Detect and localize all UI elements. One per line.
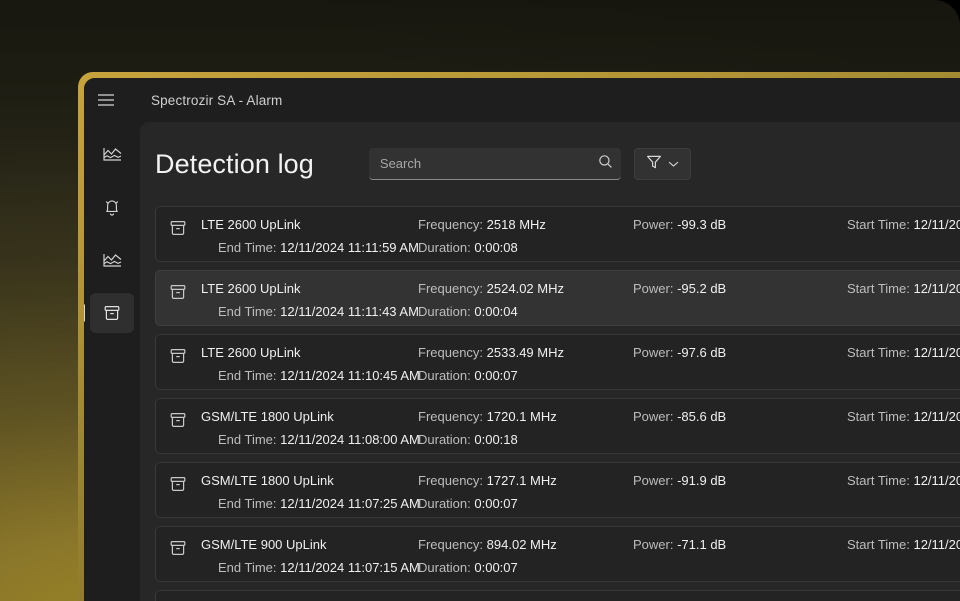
table-row[interactable]: LTE 2600 UpLink End Time: 12/11/2024 11:1… [155,270,960,326]
row-duration: Duration: 0:00:04 [418,304,518,319]
row-frequency: Frequency: 2524.02 MHz [418,281,564,296]
table-row[interactable]: LTE 2600 UpLink End Time: 12/11/2024 11:1… [155,206,960,262]
row-signal-name: LTE 2600 UpLink [201,217,301,232]
row-start-time: Start Time: 12/11/202 [847,281,960,296]
spectrum-chart-icon [102,251,123,269]
app-window-inner: Spectrozir SA - Alarm Detection log Sear… [84,78,960,601]
row-signal-name: GSM/LTE 1800 UpLink [201,409,334,424]
sidebar-item-alarms[interactable] [90,187,134,227]
row-power: Power: -95.2 dB [633,281,727,296]
row-start-time: Start Time: 12/11/202 [847,217,960,232]
row-frequency: Frequency: 2533.49 MHz [418,345,564,360]
search-button[interactable] [591,149,621,179]
filter-button[interactable] [633,148,691,180]
row-end-time: End Time: 12/11/2024 11:07:15 AM [218,560,420,575]
row-end-time: End Time: 12/11/2024 11:08:00 AM [218,432,420,447]
search-icon [598,154,613,174]
sidebar-item-spectrum-1[interactable] [90,134,134,174]
archive-box-icon [168,282,188,302]
table-row[interactable]: LTE 2600 UpLink End Time: 12/11/2024 11:1… [155,334,960,390]
row-power: Power: -99.3 dB [633,217,727,232]
row-start-time: Start Time: 12/11/202 [847,537,960,552]
archive-box-icon [168,538,188,558]
row-frequency: Frequency: 1727.1 MHz [418,473,557,488]
detection-log-list: LTE 2600 UpLink End Time: 12/11/2024 11:1… [140,206,960,601]
hamburger-icon [97,93,115,107]
table-row[interactable]: GSM/LTE 900 UpLink End Time: 12/11/2024 1… [155,526,960,582]
archive-box-icon [168,346,188,366]
title-bar: Spectrozir SA - Alarm [84,78,960,122]
row-duration: Duration: 0:00:18 [418,432,518,447]
app-window: Spectrozir SA - Alarm Detection log Sear… [78,72,960,601]
sidebar-rail [84,122,140,601]
table-row[interactable]: GSM/LTE 1800 UpLink End Time: 12/11/2024 … [155,462,960,518]
table-row[interactable]: GSM/LTE 1800 UpLink End Time: 12/11/2024 … [155,398,960,454]
content-header: Detection log [140,122,960,206]
row-signal-name: GSM/LTE 900 UpLink [201,537,327,552]
row-end-time: End Time: 12/11/2024 11:11:43 AM [218,304,419,319]
archive-box-icon [168,410,188,430]
funnel-icon [646,154,662,175]
row-end-time: End Time: 12/11/2024 11:07:25 AM [218,496,420,511]
row-end-time: End Time: 12/11/2024 11:10:45 AM [218,368,420,383]
row-frequency: Frequency: 2518 MHz [418,217,546,232]
bell-icon [102,197,122,218]
row-frequency: Frequency: 1720.1 MHz [418,409,557,424]
row-signal-name: GSM/LTE 1800 UpLink [201,473,334,488]
page-title: Detection log [155,148,314,179]
hamburger-menu-button[interactable] [84,78,128,122]
row-duration: Duration: 0:00:08 [418,240,518,255]
content-panel: Detection log Search LTE 2600 UpLink End… [140,122,960,601]
row-end-time: End Time: 12/11/2024 11:11:59 AM [218,240,419,255]
row-signal-name: LTE 2600 UpLink [201,345,301,360]
row-power: Power: -97.6 dB [633,345,727,360]
search-input[interactable] [379,156,591,171]
row-power: Power: -91.9 dB [633,473,727,488]
search-box[interactable] [368,148,621,180]
row-start-time: Start Time: 12/11/202 [847,345,960,360]
app-title: Spectrozir SA - Alarm [151,92,283,108]
archive-box-icon [168,474,188,494]
archive-box-icon [102,303,122,323]
row-power: Power: -71.1 dB [633,537,727,552]
row-duration: Duration: 0:00:07 [418,496,518,511]
archive-box-icon [168,218,188,238]
spectrum-chart-icon [102,145,123,163]
desktop: Spectrozir SA - Alarm Detection log Sear… [0,0,960,601]
row-duration: Duration: 0:00:07 [418,368,518,383]
row-power: Power: -85.6 dB [633,409,727,424]
row-duration: Duration: 0:00:07 [418,560,518,575]
sidebar-item-detection-log[interactable] [84,293,134,333]
row-signal-name: LTE 2600 UpLink [201,281,301,296]
row-start-time: Start Time: 12/11/202 [847,473,960,488]
row-start-time: Start Time: 12/11/202 [847,409,960,424]
chevron-down-icon [668,155,679,173]
table-row[interactable]: GSM/LTE 1800 UpLinkFrequency: 1756.15 MH… [155,590,960,601]
sidebar-item-spectrum-2[interactable] [90,240,134,280]
row-frequency: Frequency: 894.02 MHz [418,537,557,552]
